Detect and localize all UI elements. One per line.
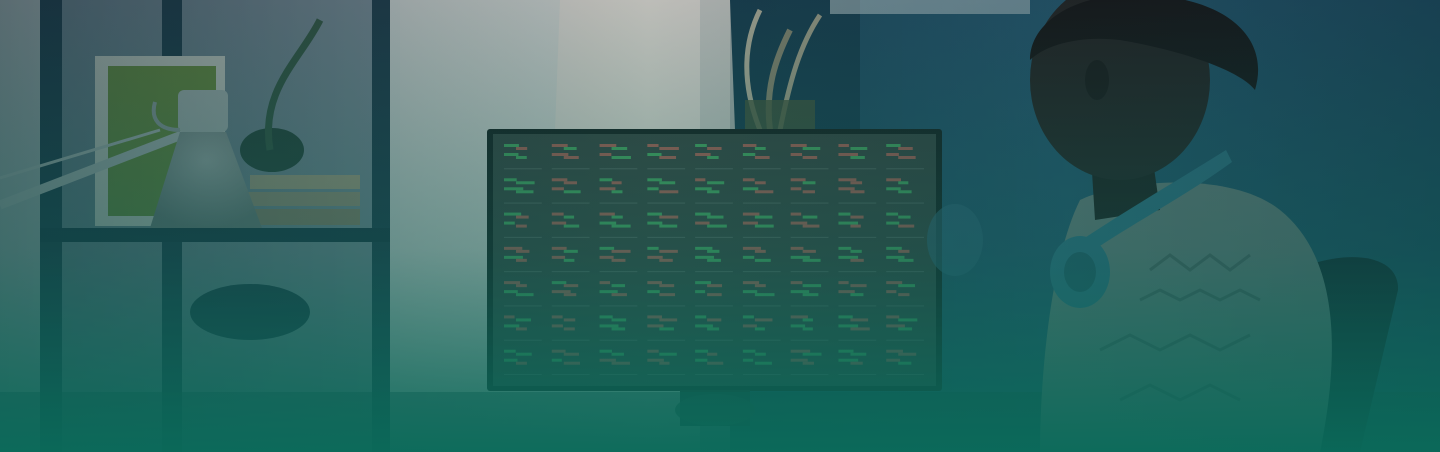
hero-banner-photo bbox=[0, 0, 1440, 452]
photo-illustration bbox=[0, 0, 1440, 452]
teal-gradient-overlay bbox=[0, 0, 1440, 452]
